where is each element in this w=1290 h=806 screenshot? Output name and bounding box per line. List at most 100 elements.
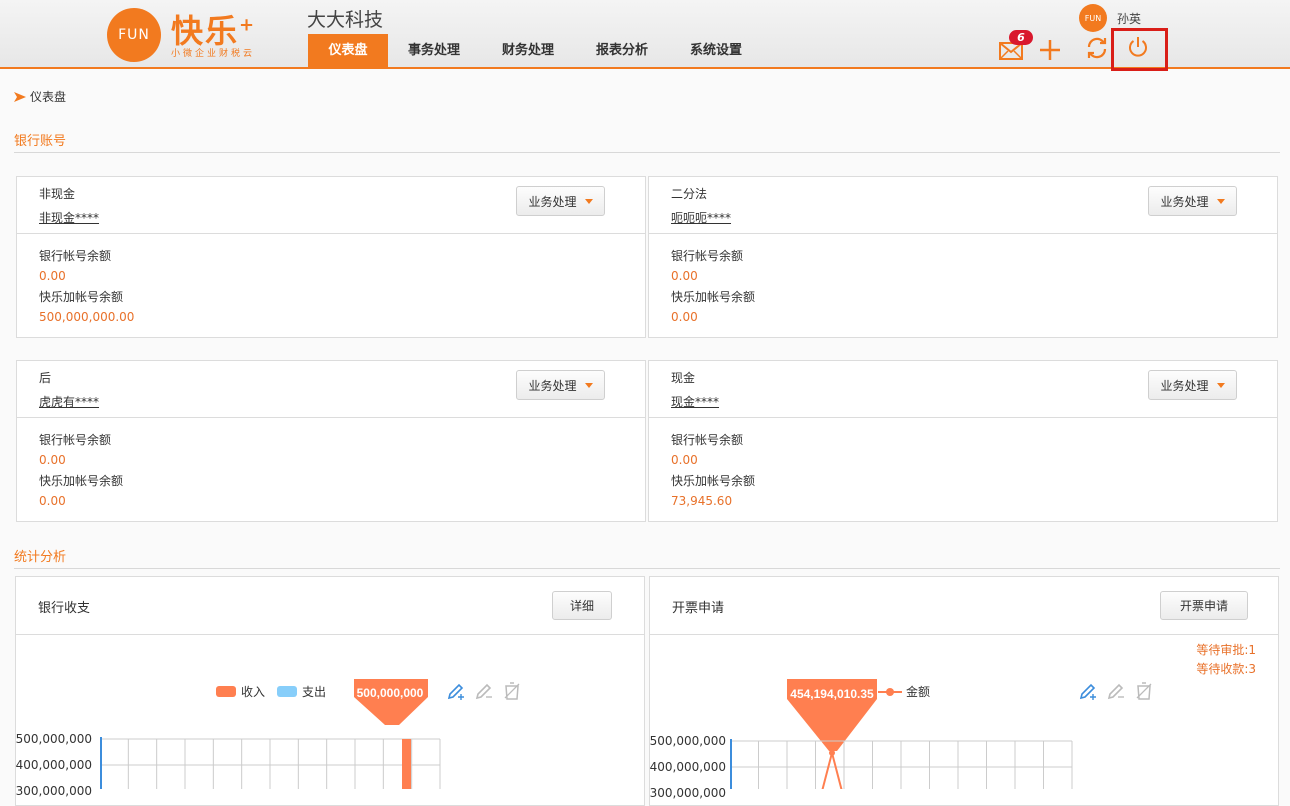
bank-balance-label: 银行帐号余额	[671, 433, 744, 447]
clear-icon[interactable]	[502, 681, 522, 701]
fun-balance-label: 快乐加帐号余额	[671, 290, 756, 304]
y-tick-label: 400,000,000	[15, 758, 92, 772]
y-tick-label: 400,000,000	[649, 760, 726, 774]
caret-down-icon	[584, 382, 593, 388]
account-number-link[interactable]: 虎虎有****	[39, 393, 99, 410]
divider	[14, 568, 1280, 569]
legend-item[interactable]: 金额	[906, 683, 930, 700]
tooltip-value: 500,000,000	[357, 686, 424, 700]
tooltip-value: 454,194,010.35	[790, 687, 874, 701]
card-header: 现金 现金**** 业务处理	[649, 361, 1277, 418]
bank-section-title: 银行账号	[14, 134, 67, 149]
refresh-icon[interactable]	[1083, 34, 1111, 62]
bank-chart-plot	[100, 737, 441, 789]
chart-tooltip: 500,000,000	[354, 679, 428, 725]
chart-legend: 金额	[878, 683, 930, 700]
breadcrumb: 仪表盘	[14, 88, 66, 105]
bank-balance-value: 0.00	[39, 269, 66, 283]
account-number-link[interactable]: 非现金****	[39, 209, 99, 226]
clear-icon[interactable]	[1134, 681, 1154, 701]
y-tick-label: 300,000,000	[649, 786, 726, 800]
panel-header: 开票申请 开票申请	[650, 577, 1278, 635]
bank-balance-label: 银行帐号余额	[671, 249, 744, 263]
card-header: 二分法 呃呃呃**** 业务处理	[649, 177, 1277, 234]
arrow-right-icon	[14, 91, 26, 102]
edit-add-icon[interactable]	[1078, 681, 1098, 701]
account-name: 后	[39, 371, 52, 385]
username[interactable]: 孙英	[1117, 10, 1141, 27]
panel-title: 银行收支	[38, 601, 91, 616]
bank-balance-value: 0.00	[39, 453, 66, 467]
stats-section-title: 统计分析	[14, 550, 67, 565]
edit-remove-icon[interactable]	[474, 681, 494, 701]
bank-account-card: 后 虎虎有**** 业务处理 银行帐号余额 0.00 快乐加帐号余额 0.00	[16, 360, 646, 522]
legend-item[interactable]: 支出	[302, 683, 326, 700]
legend-swatch	[878, 687, 902, 696]
top-bar: FUN 快乐+ 小微企业财税云 大大科技 仪表盘 事务处理 财务处理 报表分析 …	[0, 0, 1290, 71]
income-bar	[402, 739, 411, 789]
caret-down-icon	[1216, 198, 1225, 204]
nav-settings[interactable]: 系统设置	[669, 34, 763, 67]
bank-account-card: 现金 现金**** 业务处理 银行帐号余额 0.00 快乐加帐号余额 73,94…	[648, 360, 1278, 522]
account-name: 非现金	[39, 187, 76, 201]
breadcrumb-current[interactable]: 仪表盘	[30, 88, 66, 105]
business-dropdown-button[interactable]: 业务处理	[1148, 370, 1237, 400]
power-highlight-box	[1111, 28, 1168, 71]
nav-dashboard[interactable]: 仪表盘	[308, 34, 388, 67]
chart-legend: 收入 支出	[216, 683, 326, 700]
panel-header: 银行收支 详细	[16, 577, 644, 635]
chart-toolbox	[1078, 681, 1154, 701]
caret-down-icon	[584, 198, 593, 204]
fun-balance-label: 快乐加帐号余额	[39, 290, 124, 304]
fun-balance-label: 快乐加帐号余额	[671, 474, 756, 488]
waiting-payment-link[interactable]: 等待收款:3	[1196, 660, 1256, 677]
amount-line	[821, 748, 843, 789]
bank-balance-value: 0.00	[671, 453, 698, 467]
caret-down-icon	[1216, 382, 1225, 388]
business-dropdown-button[interactable]: 业务处理	[1148, 186, 1237, 216]
nav-transactions[interactable]: 事务处理	[388, 34, 481, 67]
y-tick-label: 500,000,000	[15, 732, 92, 746]
fun-balance-value: 73,945.60	[671, 494, 733, 508]
bank-balance-value: 0.00	[671, 269, 698, 283]
fun-balance-value: 500,000,000.00	[39, 310, 135, 324]
legend-swatch	[277, 686, 298, 697]
account-number-link[interactable]: 呃呃呃****	[671, 209, 731, 226]
edit-remove-icon[interactable]	[1106, 681, 1126, 701]
legend-item[interactable]: 收入	[241, 683, 265, 700]
fun-balance-value: 0.00	[671, 310, 698, 324]
bank-balance-label: 银行帐号余额	[39, 433, 112, 447]
business-dropdown-button[interactable]: 业务处理	[516, 370, 605, 400]
detail-button[interactable]: 详细	[552, 591, 612, 620]
y-tick-label: 500,000,000	[649, 734, 726, 748]
card-header: 非现金 非现金**** 业务处理	[17, 177, 645, 234]
invoice-chart-plot	[730, 739, 1073, 789]
panel-title: 开票申请	[672, 601, 725, 616]
invoice-request-button[interactable]: 开票申请	[1160, 591, 1248, 620]
account-number-link[interactable]: 现金****	[671, 393, 719, 410]
waiting-approval-link[interactable]: 等待审批:1	[1196, 641, 1256, 658]
fun-balance-label: 快乐加帐号余额	[39, 474, 124, 488]
bank-account-card: 二分法 呃呃呃**** 业务处理 银行帐号余额 0.00 快乐加帐号余额 0.0…	[648, 176, 1278, 338]
edit-add-icon[interactable]	[446, 681, 466, 701]
account-name: 二分法	[671, 187, 708, 201]
divider	[14, 152, 1280, 153]
nav-reports[interactable]: 报表分析	[575, 34, 669, 67]
logo-mark[interactable]: FUN	[107, 8, 161, 62]
bank-income-panel: 银行收支 详细 收入 支出 500,000,000 500,000,000 40…	[15, 576, 645, 806]
chart-toolbox	[446, 681, 522, 701]
y-tick-label: 300,000,000	[15, 784, 92, 798]
main-nav: 仪表盘 事务处理 财务处理 报表分析 系统设置	[308, 34, 763, 67]
account-name: 现金	[671, 371, 696, 385]
avatar[interactable]: FUN	[1079, 4, 1107, 32]
plus-icon[interactable]	[1037, 36, 1063, 64]
card-header: 后 虎虎有**** 业务处理	[17, 361, 645, 418]
bank-balance-label: 银行帐号余额	[39, 249, 112, 263]
fun-balance-value: 0.00	[39, 494, 66, 508]
nav-finance[interactable]: 财务处理	[481, 34, 575, 67]
business-dropdown-button[interactable]: 业务处理	[516, 186, 605, 216]
mail-badge: 6	[1009, 30, 1033, 45]
company-name: 大大科技	[307, 9, 384, 31]
logo-subtitle: 小微企业财税云	[171, 49, 256, 59]
invoice-panel: 开票申请 开票申请 等待审批:1 等待收款:3 金额 454,194,010.3…	[649, 576, 1279, 806]
